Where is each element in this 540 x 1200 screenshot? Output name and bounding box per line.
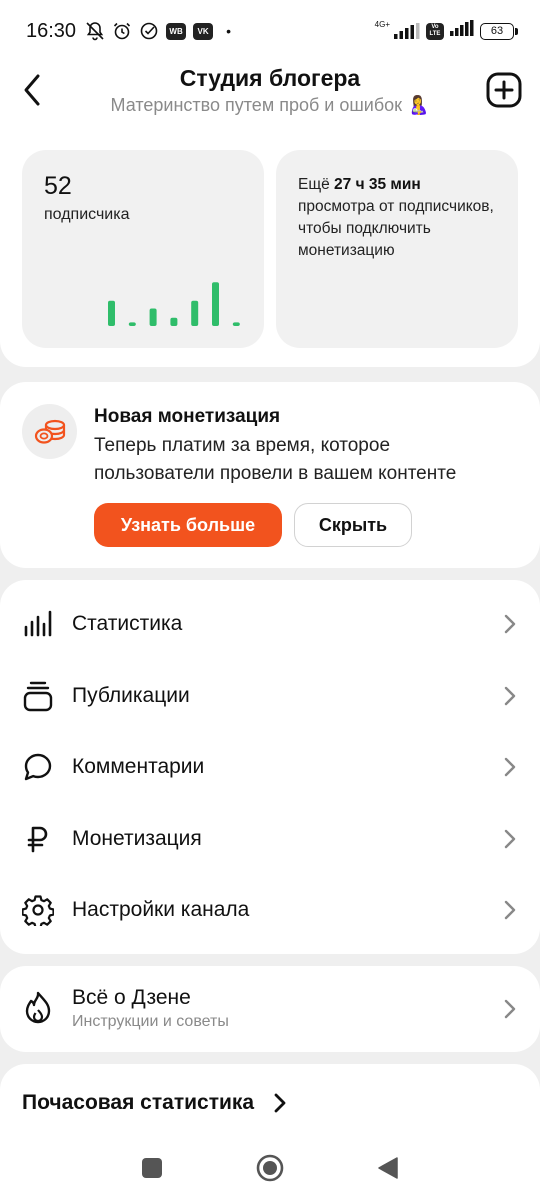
menu-item-label: Настройки канала bbox=[72, 898, 250, 921]
promo-description: Теперь платим за время, которое пользова… bbox=[94, 435, 457, 484]
comment-icon bbox=[22, 751, 54, 783]
menu-item-statistics[interactable]: Статистика bbox=[0, 594, 540, 654]
mother-emoji-icon: 🤱 bbox=[407, 95, 430, 115]
subscribers-bar bbox=[232, 322, 240, 326]
flame-icon bbox=[25, 991, 51, 1024]
chevron-right-icon bbox=[504, 900, 516, 920]
square-icon bbox=[142, 1158, 162, 1178]
system-nav-bar bbox=[0, 1136, 540, 1200]
studio-menu: Статистика Публикации Комментарии Монети… bbox=[0, 580, 540, 954]
subscribers-mini-chart bbox=[108, 282, 240, 326]
back-nav-button[interactable] bbox=[372, 1152, 404, 1184]
battery-icon: 63 bbox=[480, 22, 518, 40]
hide-button[interactable]: Скрыть bbox=[294, 503, 412, 547]
monetization-progress-card[interactable]: Ещё 27 ч 35 мин просмотра от подписчиков… bbox=[276, 150, 518, 348]
menu-item-label: Комментарии bbox=[72, 755, 205, 778]
subscribers-bar bbox=[191, 300, 199, 326]
volte-icon: Vo LTE bbox=[426, 22, 444, 40]
menu-item-label: Монетизация bbox=[72, 827, 202, 850]
about-zen-title: Всё о Дзене bbox=[72, 986, 191, 1009]
chevron-right-icon bbox=[504, 686, 516, 706]
check-circle-icon bbox=[139, 21, 159, 41]
subscribers-bar bbox=[149, 308, 157, 326]
status-time: 16:30 bbox=[26, 19, 77, 42]
about-zen-item[interactable]: Всё о Дзене Инструкции и советы bbox=[0, 966, 540, 1052]
bar-chart-icon bbox=[22, 608, 54, 640]
network-label: 4G+ bbox=[374, 20, 390, 29]
recent-apps-button[interactable] bbox=[136, 1152, 168, 1184]
monetization-progress-text: Ещё 27 ч 35 мин просмотра от подписчиков… bbox=[298, 174, 500, 262]
bell-off-icon bbox=[85, 21, 105, 41]
signal-icon bbox=[450, 20, 474, 42]
gear-icon bbox=[22, 894, 54, 926]
promo-title: Новая монетизация bbox=[94, 406, 281, 427]
subscribers-bar bbox=[170, 317, 178, 326]
monetization-time-left: 27 ч 35 мин bbox=[334, 176, 421, 193]
new-monetization-banner: Новая монетизация Теперь платим за время… bbox=[0, 382, 540, 568]
page-title: Студия блогера bbox=[179, 65, 361, 91]
subscribers-bar bbox=[108, 300, 115, 326]
subscribers-bar bbox=[212, 282, 219, 326]
notification-dot: • bbox=[226, 23, 231, 39]
chevron-right-icon bbox=[504, 614, 516, 634]
back-triangle-icon bbox=[378, 1157, 398, 1179]
channel-subtitle: Материнство путем проб и ошибок 🤱 bbox=[0, 95, 540, 116]
menu-item-channel-settings[interactable]: Настройки канала bbox=[0, 880, 540, 940]
publications-icon bbox=[22, 680, 54, 712]
plus-square-icon bbox=[486, 72, 522, 108]
menu-item-publications[interactable]: Публикации bbox=[0, 666, 540, 726]
home-circle-icon bbox=[256, 1154, 284, 1182]
chevron-right-icon bbox=[504, 829, 516, 849]
channel-name: Материнство путем проб и ошибок bbox=[110, 95, 403, 115]
wb-app-icon: WB bbox=[166, 22, 187, 40]
learn-more-button[interactable]: Узнать больше bbox=[94, 503, 282, 547]
about-zen-subtitle: Инструкции и советы bbox=[72, 1013, 229, 1030]
menu-item-label: Публикации bbox=[72, 684, 190, 707]
vk-app-icon: VK bbox=[193, 22, 214, 40]
home-button[interactable] bbox=[254, 1152, 286, 1184]
menu-item-monetization[interactable]: Монетизация bbox=[0, 809, 540, 869]
chevron-right-icon bbox=[504, 999, 516, 1019]
subscribers-bar bbox=[128, 322, 136, 326]
subscribers-card[interactable]: 52 подписчика bbox=[22, 150, 264, 348]
hourly-statistics-link[interactable]: Почасовая статистика bbox=[22, 1091, 254, 1115]
menu-item-comments[interactable]: Комментарии bbox=[0, 737, 540, 797]
coins-icon bbox=[22, 404, 77, 459]
ruble-icon bbox=[22, 823, 54, 855]
monetization-description: просмотра от подписчиков, чтобы подключи… bbox=[298, 198, 494, 259]
signal-4g-icon: 4G+ bbox=[374, 20, 420, 39]
status-bar: 16:30 WB VK • 4G+ Vo LTE 63 bbox=[0, 0, 540, 62]
alarm-icon bbox=[112, 21, 132, 41]
monetization-prefix: Ещё bbox=[298, 176, 335, 193]
chevron-right-icon bbox=[504, 757, 516, 777]
header-section: Студия блогера Материнство путем проб и … bbox=[0, 62, 540, 367]
menu-item-label: Статистика bbox=[72, 612, 183, 635]
add-publication-button[interactable] bbox=[486, 72, 522, 108]
chevron-right-icon[interactable] bbox=[272, 1092, 288, 1114]
